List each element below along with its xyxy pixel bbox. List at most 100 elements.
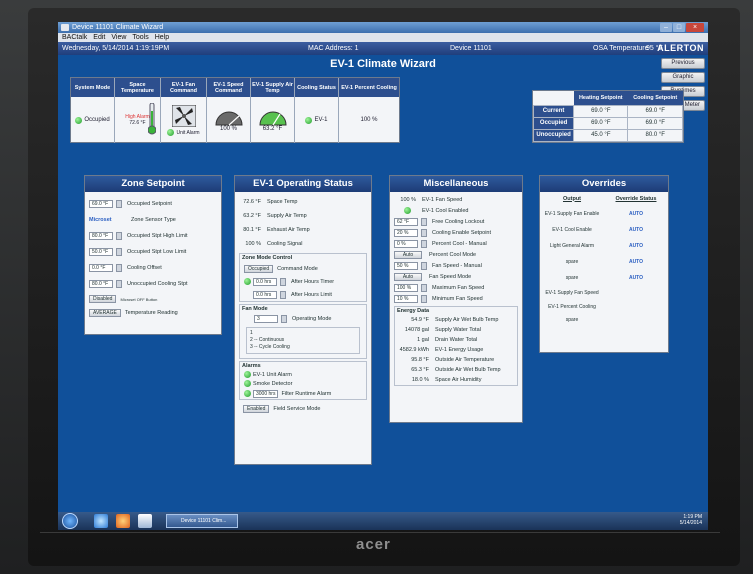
system-clock[interactable]: 1:19 PM 5/14/2014 xyxy=(680,514,702,526)
reading-row: 100 % Cooling Signal xyxy=(245,241,303,247)
after-hours-limit-field[interactable]: 0.0 hrs xyxy=(253,290,277,299)
previous-button[interactable]: Previous xyxy=(661,58,705,69)
overrides-panel: Overrides Output Override Status EV-1 Su… xyxy=(539,175,669,353)
minimize-icon[interactable]: – xyxy=(660,23,672,32)
spinner-icon[interactable] xyxy=(280,290,286,299)
hdr-supply-temp: EV-1 Supply Air Temp xyxy=(251,78,295,97)
temperature-reading-button[interactable]: AVERAGE xyxy=(89,309,121,317)
free-cooling-field[interactable]: 62 °F xyxy=(394,217,418,226)
override-row: spare AUTO xyxy=(540,254,668,270)
close-icon[interactable]: × xyxy=(686,23,704,32)
status-header: System Mode Space Temperature EV-1 Fan C… xyxy=(71,78,399,97)
menu-view[interactable]: View xyxy=(111,33,126,42)
misc-row: 20 % Cooling Enable Setpoint xyxy=(390,227,522,238)
override-status[interactable]: AUTO xyxy=(604,275,668,281)
hdr-percent-cooling: EV-1 Percent Cooling xyxy=(341,84,397,91)
operating-status-panel: EV-1 Operating Status 72.6 °F Space Temp … xyxy=(234,175,372,465)
min-fan-speed-field[interactable]: 10 % xyxy=(394,294,418,303)
high-limit-field[interactable]: 80.0 °F xyxy=(89,232,113,240)
zone-mode-row: Occupied Command Mode xyxy=(240,262,366,275)
zone-row: 80.0 °F Unoccupied Cooling Stpt xyxy=(85,276,221,292)
override-status[interactable]: AUTO xyxy=(604,211,668,217)
heating-value[interactable]: 69.0 °F xyxy=(573,116,629,130)
fan-speed-manual-field[interactable]: 50 % xyxy=(394,261,418,270)
microset-off-button[interactable]: Disabled xyxy=(89,295,117,303)
cooling-enable-field[interactable]: 20 % xyxy=(394,228,418,237)
reading-row: 63.2 °F Supply Air Temp xyxy=(243,213,307,219)
taskbar-window-button[interactable]: Device 11101 Clim... xyxy=(166,514,238,528)
supply-temp-value: 63.2 °F xyxy=(262,126,283,132)
menu-bactalk[interactable]: BACtalk xyxy=(62,33,87,42)
hdr-fan-command: EV-1 Fan Command xyxy=(161,78,207,97)
start-button[interactable] xyxy=(62,513,78,529)
cooling-value[interactable]: 80.0 °F xyxy=(627,128,683,142)
spinner-icon[interactable] xyxy=(116,280,122,288)
window-controls: – □ × xyxy=(660,23,704,32)
osa-label: OSA Temperature xyxy=(593,45,649,52)
cooling-value[interactable]: 69.0 °F xyxy=(627,116,683,130)
spinner-icon[interactable] xyxy=(116,232,122,240)
misc-row: 100 % Maximum Fan Speed xyxy=(390,282,522,293)
datetime: Wednesday, 5/14/2014 1:19:19PM xyxy=(62,45,170,52)
low-limit-field[interactable]: 50.0 °F xyxy=(89,248,113,256)
spinner-icon[interactable] xyxy=(421,239,427,248)
misc-row: 0 % Percent Cool - Manual xyxy=(390,238,522,249)
field-service-row: Enabled Field Service Mode xyxy=(235,402,371,416)
after-hours-timer-field[interactable]: 0.0 hrs xyxy=(253,277,277,286)
energy-data-group: Energy Data 54.9 °F Supply Air Wet Bulb T… xyxy=(394,306,518,386)
cooling-value[interactable]: 69.0 °F xyxy=(627,104,683,118)
graphic-button[interactable]: Graphic xyxy=(661,72,705,83)
fan-mode-field[interactable]: 3 xyxy=(254,315,278,323)
field-service-button[interactable]: Enabled xyxy=(243,405,270,413)
heating-value[interactable]: 69.0 °F xyxy=(573,104,629,118)
internet-explorer-icon[interactable] xyxy=(94,514,108,528)
screen: Device 11101 Climate Wizard – □ × BACtal… xyxy=(58,22,708,530)
menu-tools[interactable]: Tools xyxy=(132,33,148,42)
unoccupied-cooling-field[interactable]: 80.0 °F xyxy=(89,280,113,288)
command-mode-button[interactable]: Occupied xyxy=(244,264,274,273)
fan-speed-mode-button[interactable]: Auto xyxy=(394,272,422,281)
spinner-icon[interactable] xyxy=(421,283,427,292)
spinner-icon[interactable] xyxy=(116,248,122,256)
override-status[interactable]: AUTO xyxy=(604,243,668,249)
mac-address: MAC Address: 1 xyxy=(308,45,359,52)
filter-runtime-field[interactable]: 3000 hrs xyxy=(253,389,279,398)
table-row: Occupied 69.0 °F 69.0 °F xyxy=(532,116,683,130)
smoke-detector-led xyxy=(244,380,251,387)
menu-help[interactable]: Help xyxy=(155,33,169,42)
percent-cooling-cell: 100 % xyxy=(360,117,378,123)
energy-row: 95.8 °F Outside Air Temperature xyxy=(411,357,495,363)
spinner-icon[interactable] xyxy=(421,228,427,237)
spinner-icon[interactable] xyxy=(280,277,286,286)
misc-row: EV-1 Cool Enabled xyxy=(390,205,522,216)
menubar: BACtalk Edit View Tools Help xyxy=(58,33,708,42)
filter-led xyxy=(244,390,251,397)
misc-row: Auto Fan Speed Mode xyxy=(390,271,522,282)
spinner-icon[interactable] xyxy=(281,315,287,323)
alarm-row: 3000 hrs Filter Runtime Alarm xyxy=(240,388,366,399)
max-fan-speed-field[interactable]: 100 % xyxy=(394,283,418,292)
override-status[interactable]: AUTO xyxy=(604,227,668,233)
maximize-icon[interactable]: □ xyxy=(673,23,685,32)
override-status[interactable]: AUTO xyxy=(604,259,668,265)
cooling-offset-field[interactable]: 0.0 °F xyxy=(89,264,113,272)
spinner-icon[interactable] xyxy=(421,294,427,303)
bactalk-taskbar-icon[interactable] xyxy=(138,514,152,528)
percent-cool-manual-field[interactable]: 0 % xyxy=(394,239,418,248)
overrides-header: Output Override Status xyxy=(540,192,668,206)
spinner-icon[interactable] xyxy=(116,200,122,208)
menu-edit[interactable]: Edit xyxy=(93,33,105,42)
app-icon xyxy=(61,24,69,31)
occupied-setpoint-field[interactable]: 69.0 °F xyxy=(89,200,113,208)
reading-row: 72.6 °F Space Temp xyxy=(243,199,298,205)
heating-value[interactable]: 45.0 °F xyxy=(573,128,629,142)
page-title: EV-1 Climate Wizard xyxy=(330,58,436,70)
firefox-icon[interactable] xyxy=(116,514,130,528)
energy-row: 54.9 °F Supply Air Wet Bulb Temp xyxy=(411,317,499,323)
output-header: Output xyxy=(562,195,582,202)
percent-cool-mode-button[interactable]: Auto xyxy=(394,250,422,259)
spinner-icon[interactable] xyxy=(421,217,427,226)
status-values: Occupied High Alarm 72.6 °F Unit Alarm 1… xyxy=(71,97,399,143)
spinner-icon[interactable] xyxy=(421,261,427,270)
spinner-icon[interactable] xyxy=(116,264,122,272)
